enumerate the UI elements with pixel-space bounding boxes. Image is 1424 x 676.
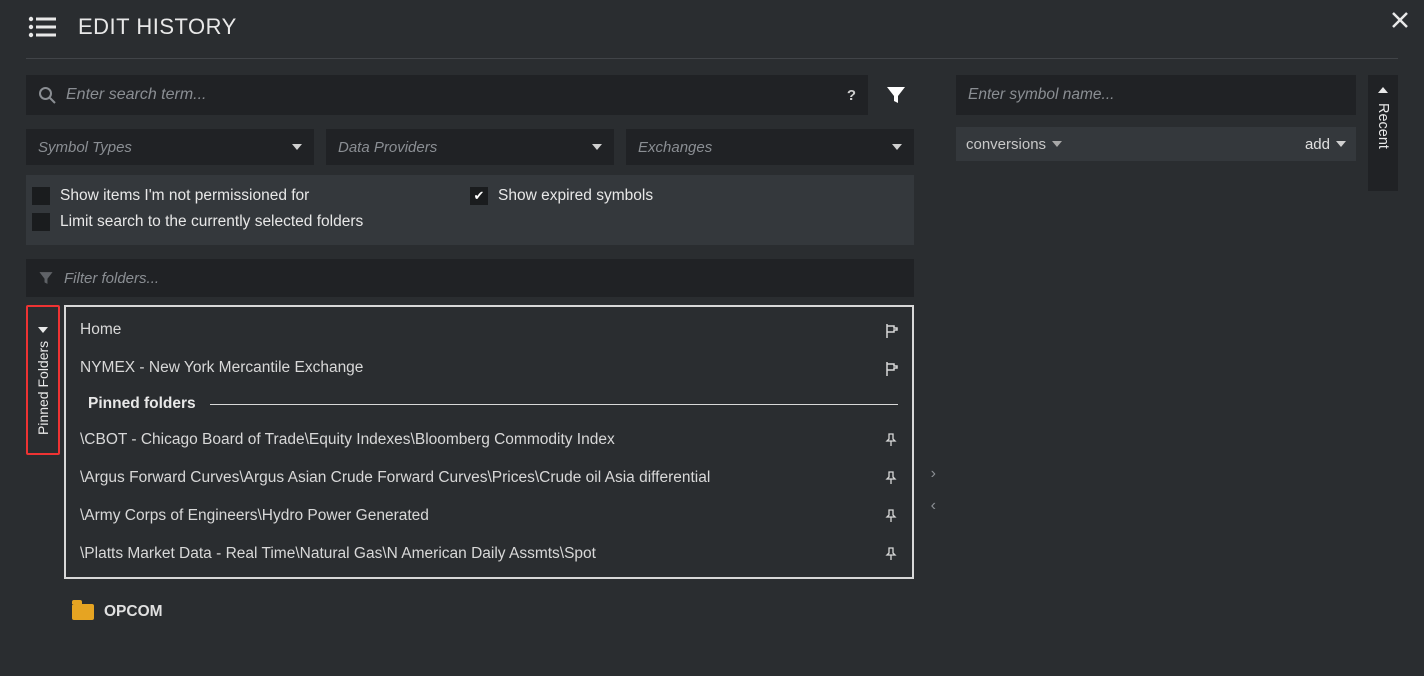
tab-label: Pinned Folders <box>35 341 51 435</box>
exchanges-dropdown[interactable]: Exchanges <box>626 129 914 165</box>
checkbox-label: Limit search to the currently selected f… <box>60 213 363 231</box>
input-placeholder: Enter symbol name... <box>968 86 1114 104</box>
pinned-folders-header: Pinned folders <box>66 387 912 421</box>
folder-label: \Argus Forward Curves\Argus Asian Crude … <box>80 469 710 487</box>
data-providers-dropdown[interactable]: Data Providers <box>326 129 614 165</box>
chevron-down-icon <box>292 144 302 150</box>
filter-toggle-button[interactable] <box>878 75 914 115</box>
pinned-folder-item[interactable]: \Argus Forward Curves\Argus Asian Crude … <box>66 459 912 497</box>
chevron-down-icon <box>592 144 602 150</box>
search-icon <box>38 86 56 104</box>
chevron-down-icon <box>1052 141 1062 147</box>
chevron-down-icon <box>1336 141 1346 147</box>
pin-home-icon[interactable] <box>884 361 898 375</box>
help-icon[interactable]: ? <box>847 87 856 104</box>
limit-search-checkbox[interactable] <box>32 213 50 231</box>
pinned-folder-item[interactable]: \CBOT - Chicago Board of Trade\Equity In… <box>66 421 912 459</box>
tree-item-opcom[interactable]: OPCOM <box>72 603 914 621</box>
chevron-down-icon <box>892 144 902 150</box>
folder-label: Home <box>80 321 121 339</box>
search-box: ? <box>26 75 868 115</box>
checkbox-label: Show items I'm not permissioned for <box>60 187 309 205</box>
collapse-left-icon[interactable]: ‹ <box>931 497 936 515</box>
symbol-types-dropdown[interactable]: Symbol Types <box>26 129 314 165</box>
search-input[interactable] <box>66 86 847 104</box>
folder-label: \Platts Market Data - Real Time\Natural … <box>80 545 596 563</box>
pinned-folder-item[interactable]: \Army Corps of Engineers\Hydro Power Gen… <box>66 497 912 535</box>
caret-icon <box>1378 87 1388 93</box>
pinned-folder-item[interactable]: \Platts Market Data - Real Time\Natural … <box>66 535 912 573</box>
folder-label: \Army Corps of Engineers\Hydro Power Gen… <box>80 507 429 525</box>
filter-icon <box>38 270 54 286</box>
conversions-label: conversions <box>966 136 1046 153</box>
dropdown-label: Data Providers <box>338 139 437 156</box>
show-expired-checkbox[interactable]: ✔ <box>470 187 488 205</box>
pin-icon[interactable] <box>884 471 898 485</box>
checkbox-label: Show expired symbols <box>498 187 653 205</box>
folder-panel: Home NYMEX - New York Mercantile Exchang… <box>64 305 914 579</box>
subhead-label: Pinned folders <box>88 395 196 413</box>
nav-nymex[interactable]: NYMEX - New York Mercantile Exchange <box>66 349 912 387</box>
filter-folders-input[interactable]: Filter folders... <box>26 259 914 297</box>
caret-icon <box>38 327 48 333</box>
not-permissioned-checkbox[interactable] <box>32 187 50 205</box>
symbol-name-input[interactable]: Enter symbol name... <box>956 75 1356 115</box>
conversions-dropdown[interactable]: conversions <box>966 136 1062 153</box>
expand-right-icon[interactable]: › <box>931 465 936 483</box>
pin-home-icon[interactable] <box>884 323 898 337</box>
tree-item-label: OPCOM <box>104 603 163 621</box>
close-icon[interactable] <box>1390 10 1410 30</box>
folder-label: \CBOT - Chicago Board of Trade\Equity In… <box>80 431 615 449</box>
nav-home[interactable]: Home <box>66 311 912 349</box>
pin-icon[interactable] <box>884 433 898 447</box>
menu-icon[interactable] <box>28 16 56 38</box>
folder-label: NYMEX - New York Mercantile Exchange <box>80 359 363 377</box>
recent-tab[interactable]: Recent <box>1368 75 1398 191</box>
header-divider <box>26 58 1398 59</box>
add-dropdown[interactable]: add <box>1305 136 1346 153</box>
pin-icon[interactable] <box>884 547 898 561</box>
dropdown-label: Symbol Types <box>38 139 132 156</box>
page-title: EDIT HISTORY <box>78 14 237 40</box>
divider-line <box>210 404 898 405</box>
add-label: add <box>1305 136 1330 153</box>
filter-placeholder: Filter folders... <box>64 270 159 287</box>
recent-label: Recent <box>1375 103 1391 149</box>
dropdown-label: Exchanges <box>638 139 712 156</box>
pinned-folders-tab[interactable]: Pinned Folders <box>26 305 60 455</box>
pin-icon[interactable] <box>884 509 898 523</box>
folder-icon <box>72 604 94 620</box>
